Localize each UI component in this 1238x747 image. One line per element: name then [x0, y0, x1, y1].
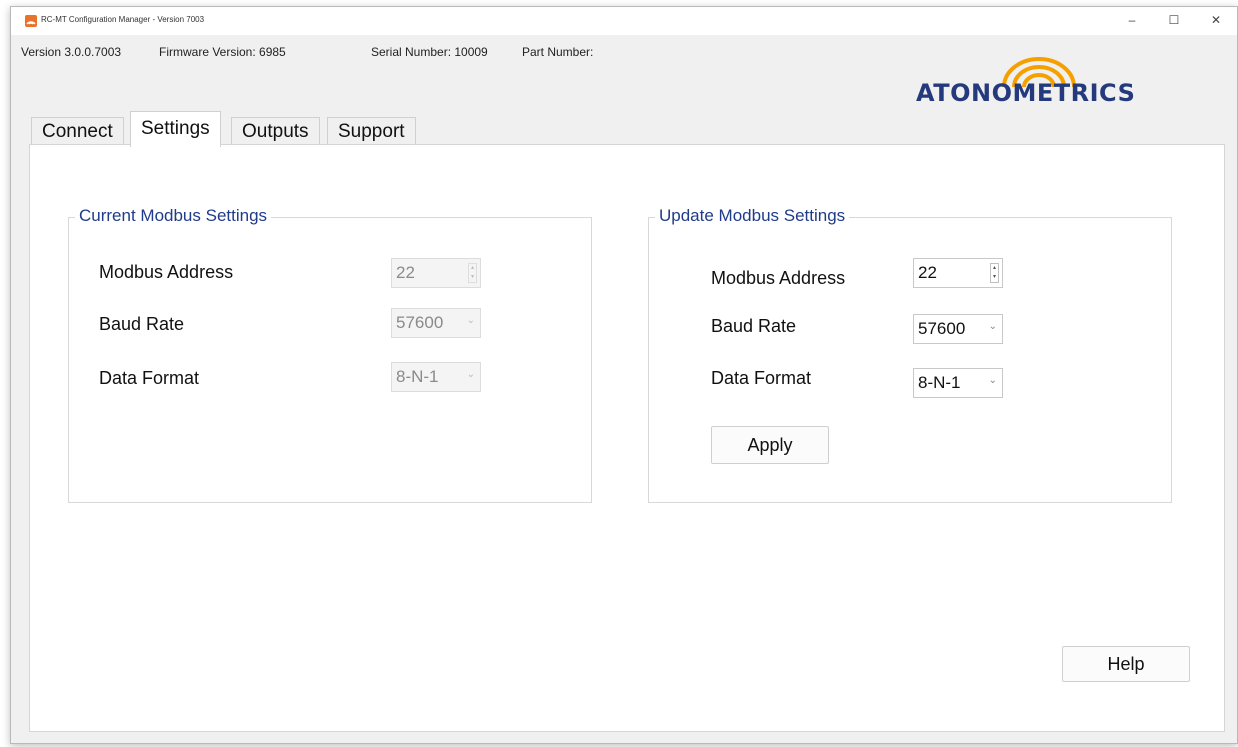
update-format-label: Data Format — [711, 368, 812, 388]
firmware-version-text: Firmware Version: 6985 — [159, 45, 286, 59]
update-format-combo[interactable]: 8-N-1 ⌄ — [913, 368, 1003, 398]
title-bar: RC-MT Configuration Manager - Version 70… — [11, 7, 1237, 35]
minimize-button[interactable]: – — [1111, 7, 1153, 35]
update-format-value: 8-N-1 — [918, 373, 961, 392]
current-format-label: Data Format — [99, 368, 200, 388]
tab-outputs[interactable]: Outputs — [231, 117, 320, 147]
app-window: RC-MT Configuration Manager - Version 70… — [10, 6, 1238, 744]
serial-number-text: Serial Number: 10009 — [371, 45, 488, 59]
current-baud-label: Baud Rate — [99, 314, 185, 334]
atonometrics-logo: ATONOMETRICS — [916, 57, 1151, 117]
close-button[interactable]: ✕ — [1195, 7, 1237, 35]
chevron-down-icon: ⌄ — [988, 321, 997, 332]
chevron-down-icon: ⌄ — [466, 315, 475, 326]
update-settings-title: Update Modbus Settings — [655, 206, 850, 226]
app-icon — [25, 15, 37, 27]
spin-arrows-icon[interactable]: ▴ ▾ — [990, 263, 999, 283]
window-title: RC-MT Configuration Manager - Version 70… — [41, 15, 205, 24]
current-format-value: 8-N-1 — [396, 367, 439, 386]
update-modbus-settings-group: Update Modbus Settings Modbus Address 22… — [648, 206, 1172, 503]
current-address-spinbox: 22 ▴ ▾ — [391, 258, 481, 288]
update-baud-combo[interactable]: 57600 ⌄ — [913, 314, 1003, 344]
chevron-down-icon: ⌄ — [466, 369, 475, 380]
settings-panel: Current Modbus Settings Modbus Address 2… — [29, 144, 1225, 732]
update-baud-label: Baud Rate — [711, 316, 797, 336]
update-baud-value: 57600 — [918, 319, 966, 338]
current-address-label: Modbus Address — [99, 262, 234, 282]
update-address-value: 22 — [918, 263, 937, 282]
update-address-spinbox[interactable]: 22 ▴ ▾ — [913, 258, 1003, 288]
chevron-down-icon: ⌄ — [988, 375, 997, 386]
apply-button[interactable]: Apply — [711, 426, 829, 464]
current-settings-title: Current Modbus Settings — [75, 206, 272, 226]
maximize-button[interactable]: ☐ — [1153, 7, 1195, 35]
version-text: Version 3.0.0.7003 — [21, 45, 122, 59]
logo-text: ATONOMETRICS — [916, 79, 1136, 107]
tab-support[interactable]: Support — [327, 117, 416, 147]
current-format-combo: 8-N-1 ⌄ — [391, 362, 481, 392]
update-address-label: Modbus Address — [711, 268, 846, 288]
tab-settings[interactable]: Settings — [130, 111, 221, 147]
current-baud-value: 57600 — [396, 313, 444, 332]
current-modbus-settings-group: Current Modbus Settings Modbus Address 2… — [68, 206, 592, 503]
current-address-value: 22 — [396, 263, 415, 282]
spin-arrows-icon: ▴ ▾ — [468, 263, 477, 283]
tab-connect[interactable]: Connect — [31, 117, 124, 147]
part-number-text: Part Number: — [522, 45, 594, 59]
current-baud-combo: 57600 ⌄ — [391, 308, 481, 338]
help-button[interactable]: Help — [1062, 646, 1190, 682]
